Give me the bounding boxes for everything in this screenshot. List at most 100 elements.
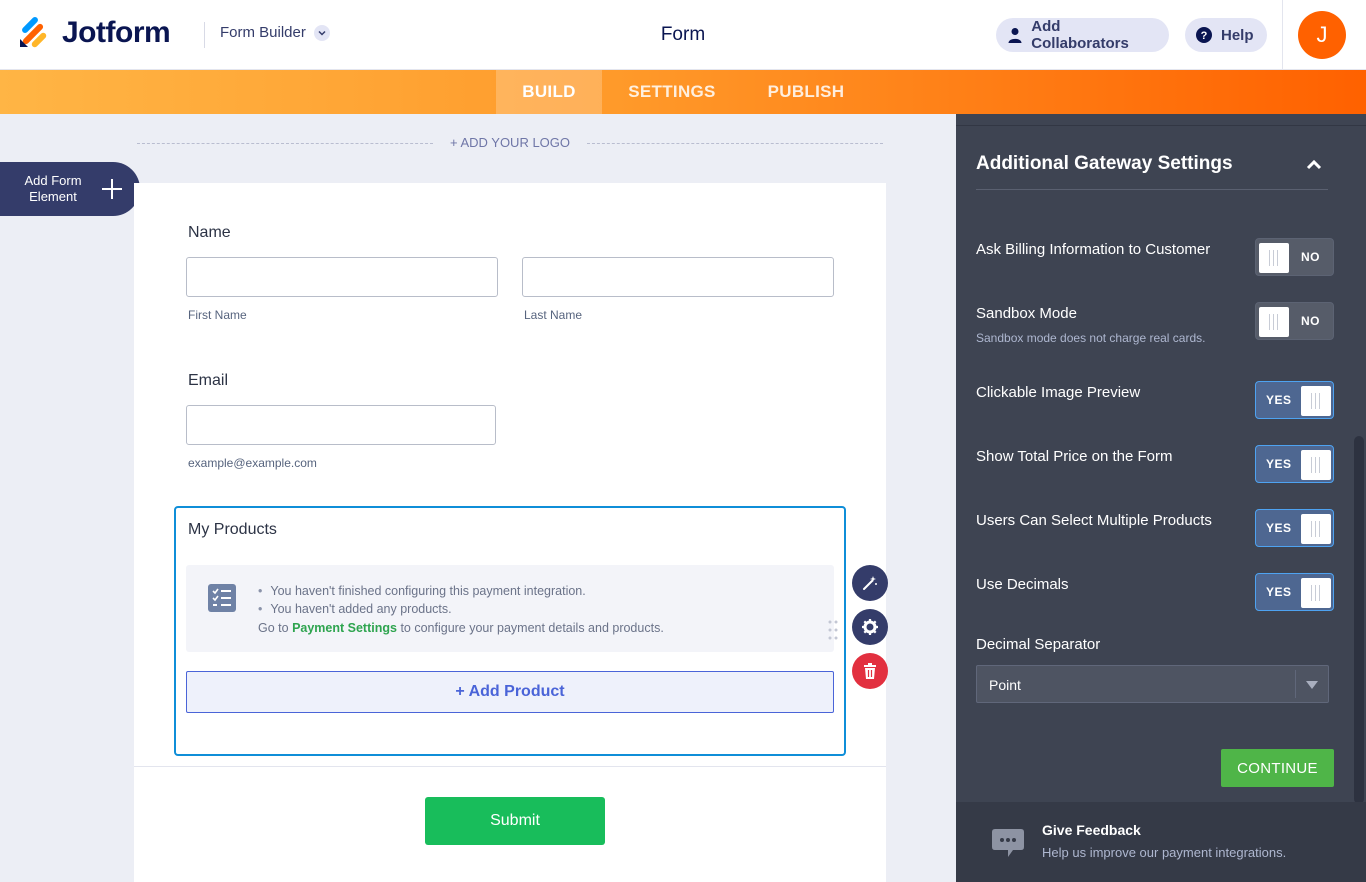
decimal-separator-value: Point (989, 677, 1021, 693)
give-feedback-bar[interactable]: Give Feedback Help us improve our paymen… (956, 802, 1366, 882)
sandbox-mode-toggle[interactable]: NO (1255, 302, 1334, 340)
header-divider (204, 22, 205, 48)
user-avatar[interactable]: J (1298, 11, 1346, 59)
add-collaborators-button[interactable]: Add Collaborators (996, 18, 1169, 52)
notice-item: You haven't finished configuring this pa… (258, 582, 585, 600)
option-label: Sandbox Mode (976, 305, 1077, 322)
option-label: Show Total Price on the Form (976, 448, 1173, 465)
trash-icon (864, 663, 876, 679)
help-label: Help (1221, 26, 1254, 44)
chat-bubble-icon (992, 829, 1024, 857)
form-card: Name First Name Last Name Email example@… (134, 183, 886, 882)
panel-top-line (956, 125, 1366, 126)
gear-icon (862, 619, 878, 635)
panel-title-underline (976, 189, 1328, 190)
help-button[interactable]: ? Help (1185, 18, 1267, 52)
toggle-knob (1301, 578, 1331, 608)
decimal-separator-select[interactable]: Point (976, 665, 1329, 703)
toggle-state: YES (1266, 521, 1292, 535)
jotform-logo[interactable]: Jotform (18, 16, 171, 50)
jotform-logo-icon (20, 17, 47, 48)
select-divider (1295, 670, 1296, 698)
toggle-state: YES (1266, 457, 1292, 471)
multiple-products-toggle[interactable]: YES (1255, 509, 1334, 547)
add-form-element-label: Add Form Element (24, 173, 82, 204)
last-name-input[interactable] (522, 257, 834, 297)
email-label: Email (188, 372, 229, 389)
toggle-state: YES (1266, 393, 1292, 407)
card-separator (134, 766, 886, 767)
option-label: Users Can Select Multiple Products (976, 512, 1212, 529)
notice-goto: Go to Payment Settings to configure your… (258, 621, 664, 635)
logo-dash-left (137, 143, 433, 144)
notice-list: You haven't finished configuring this pa… (258, 582, 586, 618)
email-input[interactable] (186, 405, 496, 445)
toggle-state: NO (1301, 314, 1320, 328)
toggle-knob (1259, 243, 1289, 273)
clickable-image-preview-toggle[interactable]: YES (1255, 381, 1334, 419)
show-total-price-toggle[interactable]: YES (1255, 445, 1334, 483)
goto-prefix: Go to (258, 621, 289, 635)
payment-settings-panel: Additional Gateway Settings Ask Billing … (956, 114, 1366, 882)
checklist-icon (208, 584, 236, 612)
add-product-button[interactable]: + Add Product (186, 671, 834, 713)
panel-scrollbar[interactable] (1354, 436, 1364, 804)
question-icon: ? (1195, 26, 1213, 44)
tab-settings[interactable]: SETTINGS (606, 70, 738, 114)
wand-button[interactable] (852, 565, 888, 601)
option-label: Ask Billing Information to Customer (976, 241, 1211, 258)
notice-item: You haven't added any products. (258, 600, 586, 618)
header-divider-right (1282, 0, 1283, 70)
add-collaborators-label: Add Collaborators (1031, 18, 1129, 52)
first-name-input[interactable] (186, 257, 498, 297)
toggle-knob (1301, 514, 1331, 544)
last-name-sublabel: Last Name (524, 308, 583, 322)
continue-button[interactable]: CONTINUE (1221, 749, 1334, 787)
products-field[interactable]: My Products You haven't finished configu… (174, 506, 846, 756)
email-sublabel: example@example.com (188, 456, 317, 470)
option-label: Clickable Image Preview (976, 384, 1141, 401)
chevron-down-icon (313, 24, 330, 41)
form-canvas: + ADD YOUR LOGO Add Form Element Name Fi… (0, 114, 956, 882)
payment-settings-link[interactable]: Payment Settings (292, 621, 397, 635)
plus-icon (102, 179, 122, 199)
form-builder-label: Form Builder (220, 24, 306, 41)
add-logo-area[interactable]: + ADD YOUR LOGO (137, 135, 883, 153)
field-settings-button[interactable] (852, 609, 888, 645)
toggle-knob (1301, 386, 1331, 416)
magic-wand-icon (863, 576, 877, 590)
goto-suffix: to configure your payment details and pr… (400, 621, 664, 635)
caret-down-icon (1306, 681, 1318, 689)
panel-title: Additional Gateway Settings (976, 153, 1233, 174)
tab-publish[interactable]: PUBLISH (748, 70, 864, 114)
payment-notice: You haven't finished configuring this pa… (186, 565, 834, 652)
drag-handle-icon[interactable] (828, 620, 838, 640)
option-label: Use Decimals (976, 576, 1069, 593)
toggle-knob (1259, 307, 1289, 337)
name-label: Name (188, 224, 231, 241)
products-title: My Products (188, 521, 277, 538)
first-name-sublabel: First Name (188, 308, 247, 322)
logo-dash-right (587, 143, 883, 144)
add-logo-label: + ADD YOUR LOGO (449, 135, 571, 150)
delete-field-button[interactable] (852, 653, 888, 689)
use-decimals-toggle[interactable]: YES (1255, 573, 1334, 611)
app-header: Jotform Form Builder Form Add Collaborat… (0, 0, 1366, 70)
svg-text:?: ? (1201, 30, 1208, 42)
feedback-text: Help us improve our payment integrations… (1042, 845, 1287, 860)
chevron-up-icon[interactable] (1304, 156, 1324, 172)
form-builder-dropdown[interactable]: Form Builder (220, 24, 330, 41)
builder-tab-bar: BUILD SETTINGS PUBLISH (0, 70, 1366, 114)
tab-build[interactable]: BUILD (496, 70, 602, 114)
billing-info-toggle[interactable]: NO (1255, 238, 1334, 276)
submit-button[interactable]: Submit (425, 797, 605, 845)
option-description: Sandbox mode does not charge real cards. (976, 331, 1206, 345)
toggle-state: NO (1301, 250, 1320, 264)
toggle-state: YES (1266, 585, 1292, 599)
brand-name: Jotform (62, 16, 171, 49)
toggle-knob (1301, 450, 1331, 480)
decimal-separator-label: Decimal Separator (976, 636, 1101, 653)
add-form-element-button[interactable]: Add Form Element (0, 162, 140, 216)
user-icon (1006, 26, 1023, 44)
feedback-title: Give Feedback (1042, 822, 1141, 838)
